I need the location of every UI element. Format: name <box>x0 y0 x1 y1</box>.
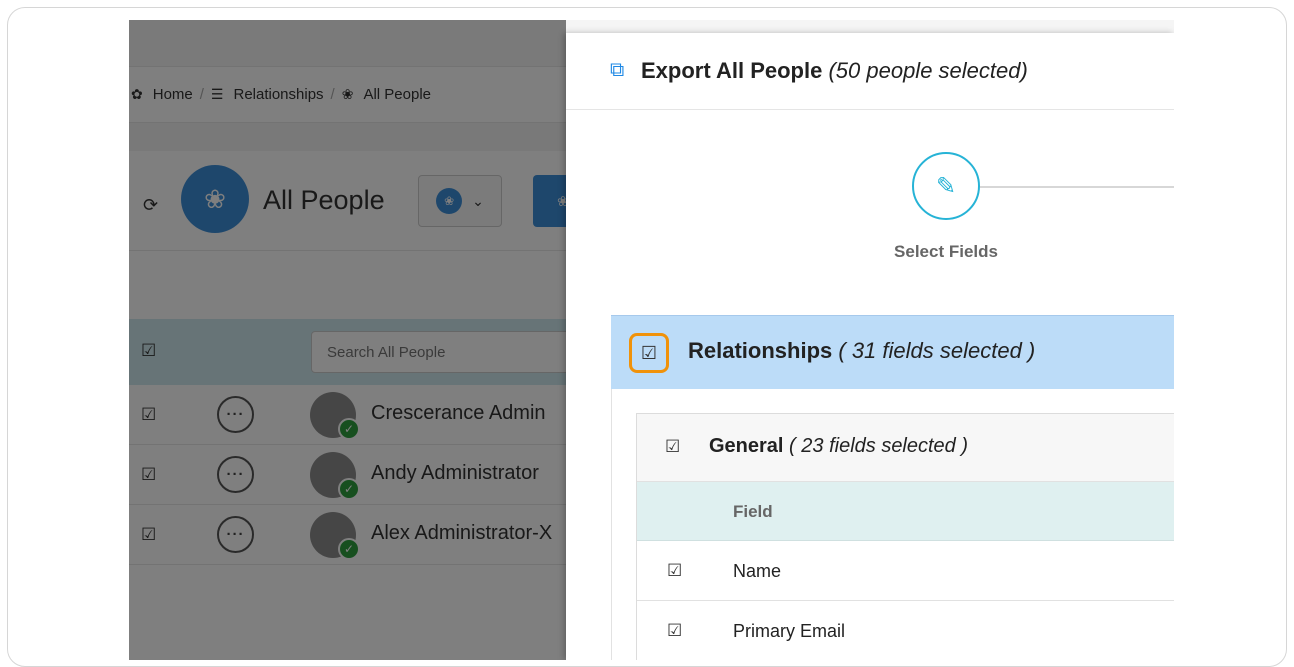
field-row[interactable]: ☑ Primary Email <box>637 601 1174 660</box>
field-checkbox[interactable]: ☑ <box>667 621 682 641</box>
modal-backdrop[interactable] <box>129 20 566 660</box>
field-header-label: Field <box>733 502 773 521</box>
edit-pen-icon: ✎ <box>935 172 957 200</box>
modal-title-text: Export All People <box>641 58 823 83</box>
export-modal: ⧉ Export All People (50 people selected)… <box>566 33 1174 660</box>
step-connector <box>980 186 1174 188</box>
general-title-text: General <box>709 435 784 457</box>
screenshot-frame: ✿ Home / ☰ Relationships / ❀ All People … <box>7 7 1287 667</box>
relationships-checkbox[interactable]: ☑ <box>629 333 669 373</box>
step-label: Select Fields <box>894 242 998 261</box>
field-checkbox[interactable]: ☑ <box>667 561 682 581</box>
checked-box-icon: ☑ <box>640 342 658 363</box>
general-header: ☑ General ( 23 fields selected ) <box>637 414 1174 482</box>
general-title: General ( 23 fields selected ) <box>709 435 968 458</box>
general-checkbox[interactable]: ☑ <box>665 437 680 457</box>
modal-subtitle: (50 people selected) <box>828 58 1028 83</box>
modal-header: ⧉ Export All People (50 people selected) <box>566 33 1174 110</box>
field-name: Primary Email <box>733 621 846 641</box>
modal-title: Export All People (50 people selected) <box>641 58 1028 84</box>
field-row[interactable]: ☑ Name <box>637 541 1174 601</box>
field-column-header: Field <box>637 482 1174 541</box>
step-select-fields[interactable]: ✎ <box>912 152 980 220</box>
relationships-count: ( 31 fields selected ) <box>838 338 1036 363</box>
relationships-title-text: Relationships <box>688 338 833 363</box>
export-icon: ⧉ <box>610 59 625 81</box>
app-viewport: ✿ Home / ☰ Relationships / ❀ All People … <box>129 20 1174 660</box>
relationships-title: Relationships ( 31 fields selected ) <box>688 338 1035 364</box>
field-name: Name <box>733 561 782 581</box>
relationships-panel-header: ☑ Relationships ( 31 fields selected ) <box>611 315 1174 389</box>
general-section: ☑ General ( 23 fields selected ) Field ☑… <box>636 413 1174 660</box>
general-count: ( 23 fields selected ) <box>789 435 969 457</box>
